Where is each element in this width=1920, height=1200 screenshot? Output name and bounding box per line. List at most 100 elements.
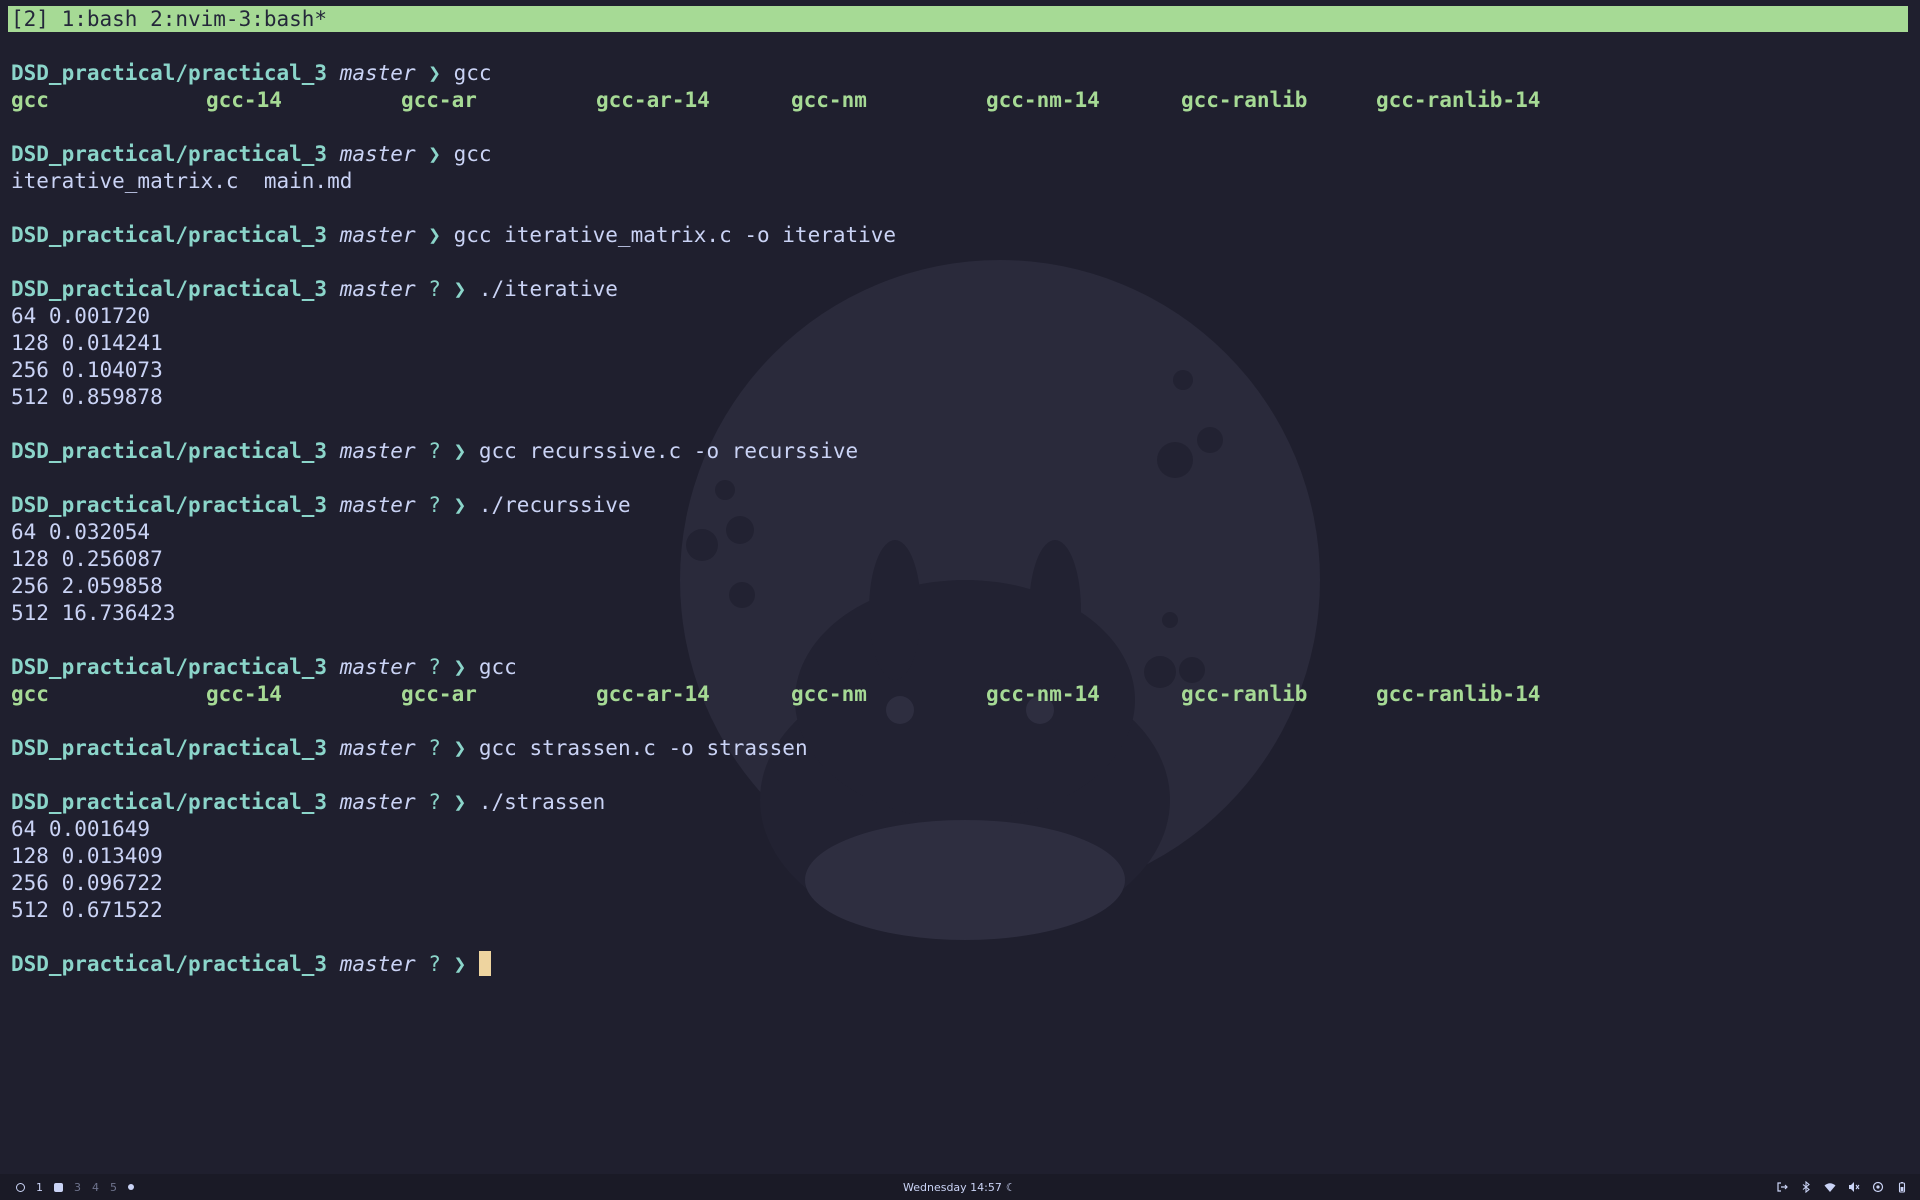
prompt-arrow: ❯ — [453, 655, 467, 679]
prompt-line: DSD_practical/practical_3 master ? ❯ ./i… — [11, 276, 1901, 303]
command-text: gcc — [478, 655, 517, 679]
completion-item[interactable]: gcc-14 — [206, 87, 401, 114]
workspace-5[interactable]: 5 — [110, 1181, 117, 1194]
completion-item[interactable]: gcc-ar — [401, 681, 596, 708]
git-dirty-marker: ? — [428, 736, 441, 760]
completion-item[interactable]: gcc-ar-14 — [596, 87, 791, 114]
clock[interactable]: Wednesday 14:57 ☾ — [903, 1174, 1016, 1200]
output-line: 128 0.256087 — [11, 547, 163, 571]
command-text: gcc strassen.c -o strassen — [478, 736, 808, 760]
battery-icon[interactable] — [1896, 1181, 1908, 1193]
prompt-arrow: ❯ — [453, 439, 467, 463]
git-branch: master — [339, 736, 416, 760]
completion-list: gcc gcc-14 gcc-ar gcc-ar-14 gcc-nm gcc-nm-14 g… — [11, 681, 1901, 708]
volume-icon[interactable] — [1848, 1181, 1860, 1193]
completion-item[interactable]: gcc-ranlib — [1181, 87, 1376, 114]
git-branch: master — [339, 223, 416, 247]
prompt-arrow: ❯ — [428, 142, 441, 166]
completion-item[interactable]: gcc-ranlib — [1181, 681, 1376, 708]
command-text: ./strassen — [478, 790, 606, 814]
tmux-status-bar: [2] 1:bash 2:nvim-3:bash* — [8, 6, 1908, 32]
completion-list: gcc gcc-14 gcc-ar gcc-ar-14 gcc-nm gcc-nm-14 g… — [11, 87, 1901, 114]
output-line: 256 0.096722 — [11, 871, 163, 895]
output-line: 512 16.736423 — [11, 601, 176, 625]
prompt-arrow: ❯ — [453, 493, 467, 517]
completion-item[interactable]: gcc-ranlib-14 — [1376, 87, 1571, 114]
git-branch: master — [339, 61, 416, 85]
git-dirty-marker: ? — [428, 790, 441, 814]
prompt-line: DSD_practical/practical_3 master ? ❯ gcc — [11, 654, 1901, 681]
prompt-path: DSD_practical/practical_3 — [11, 790, 328, 814]
prompt-line: DSD_practical/practical_3 master ❯ gcc — [11, 60, 1901, 87]
prompt-line: DSD_practical/practical_3 master ? ❯ gcc… — [11, 735, 1901, 762]
command-text: gcc recurssive.c -o recurssive — [478, 439, 859, 463]
prompt-arrow: ❯ — [453, 277, 467, 301]
completion-item[interactable]: gcc — [11, 681, 206, 708]
prompt-line: DSD_practical/practical_3 master ? ❯ gcc… — [11, 438, 1901, 465]
workspace-indicator: 1 3 4 5 — [16, 1174, 134, 1200]
completion-item[interactable]: gcc-ar-14 — [596, 681, 791, 708]
output-line: 64 0.032054 — [11, 520, 151, 544]
system-tray — [1776, 1174, 1908, 1200]
git-dirty-marker: ? — [428, 493, 441, 517]
command-text: ./iterative — [478, 277, 618, 301]
prompt-path: DSD_practical/practical_3 — [11, 952, 328, 976]
workspace-3[interactable]: 3 — [74, 1181, 81, 1194]
output-line: 64 0.001649 — [11, 817, 151, 841]
terminal-output[interactable]: DSD_practical/practical_3 master ❯ gcc gc… — [11, 60, 1901, 978]
wifi-icon[interactable] — [1824, 1181, 1836, 1193]
git-branch: master — [339, 493, 416, 517]
output-line: 256 2.059858 — [11, 574, 163, 598]
prompt-arrow: ❯ — [428, 223, 441, 247]
completion-item[interactable]: gcc-14 — [206, 681, 401, 708]
completion-item[interactable]: gcc — [11, 87, 206, 114]
output-line: 512 0.671522 — [11, 898, 163, 922]
git-branch: master — [339, 655, 416, 679]
active-prompt-line: DSD_practical/practical_3 master ? ❯ — [11, 951, 1901, 978]
command-text: ./recurssive — [478, 493, 631, 517]
logout-icon[interactable] — [1776, 1181, 1788, 1193]
output-line: 128 0.013409 — [11, 844, 163, 868]
command-text: gcc — [453, 61, 492, 85]
output-line: 512 0.859878 — [11, 385, 163, 409]
completion-item[interactable]: gcc-ranlib-14 — [1376, 681, 1571, 708]
workspace-4[interactable]: 4 — [92, 1181, 99, 1194]
prompt-path: DSD_practical/practical_3 — [11, 61, 328, 85]
prompt-arrow: ❯ — [428, 61, 441, 85]
terminal-window[interactable]: [2] 1:bash 2:nvim-3:bash* DSD_practical/… — [0, 0, 1920, 1200]
prompt-arrow: ❯ — [453, 736, 467, 760]
output-line: 256 0.104073 — [11, 358, 163, 382]
active-workspace-icon — [54, 1182, 63, 1192]
completion-item[interactable]: gcc-nm — [791, 681, 986, 708]
completion-item[interactable]: gcc-ar — [401, 87, 596, 114]
command-text: gcc — [453, 142, 492, 166]
moon-icon: ☾ — [1005, 1180, 1016, 1194]
git-dirty-marker: ? — [428, 952, 441, 976]
prompt-line: DSD_practical/practical_3 master ❯ gcc i… — [11, 222, 1901, 249]
prompt-line: DSD_practical/practical_3 master ? ❯ ./r… — [11, 492, 1901, 519]
git-branch: master — [339, 952, 416, 976]
bluetooth-icon[interactable] — [1800, 1181, 1812, 1193]
terminal-cursor[interactable] — [478, 951, 491, 976]
git-dirty-marker: ? — [428, 439, 441, 463]
completion-item[interactable]: gcc-nm-14 — [986, 87, 1181, 114]
prompt-path: DSD_practical/practical_3 — [11, 223, 328, 247]
workspace-1[interactable]: 1 — [36, 1181, 43, 1194]
completion-item[interactable]: gcc-nm — [791, 87, 986, 114]
completion-item[interactable]: gcc-nm-14 — [986, 681, 1181, 708]
file-listing: iterative_matrix.c main.md — [11, 169, 353, 193]
launcher-icon[interactable] — [16, 1182, 25, 1192]
prompt-line: DSD_practical/practical_3 master ❯ gcc — [11, 141, 1901, 168]
settings-icon[interactable] — [1872, 1181, 1884, 1193]
git-branch: master — [339, 142, 416, 166]
output-line: 64 0.001720 — [11, 304, 151, 328]
prompt-path: DSD_practical/practical_3 — [11, 439, 328, 463]
prompt-arrow: ❯ — [453, 952, 467, 976]
